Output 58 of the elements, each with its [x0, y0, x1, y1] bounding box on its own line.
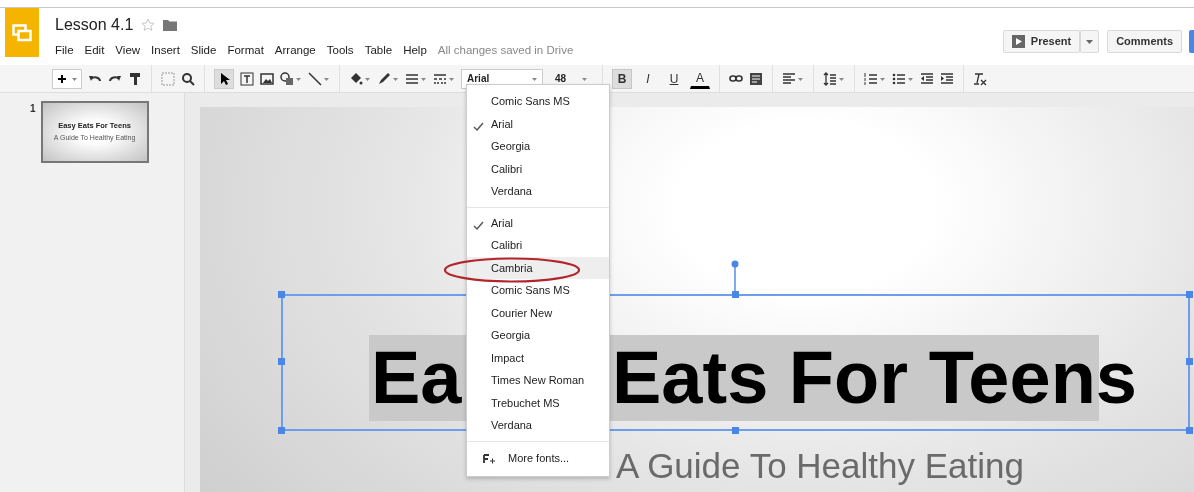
- checkmark-icon: [473, 122, 484, 132]
- font-menu-item[interactable]: Impact: [467, 346, 609, 369]
- slide-title[interactable]: Eats For Teens: [612, 335, 1137, 421]
- resize-handle[interactable]: [278, 358, 285, 365]
- resize-handle[interactable]: [1186, 358, 1193, 365]
- text-color-button[interactable]: A: [690, 68, 710, 89]
- slides-icon: [12, 23, 32, 42]
- font-menu-item[interactable]: Arial: [467, 112, 609, 135]
- font-menu-item[interactable]: Georgia: [467, 324, 609, 347]
- font-menu-item[interactable]: Calibri: [467, 157, 609, 180]
- resize-handle[interactable]: [278, 427, 285, 434]
- new-slide-button[interactable]: [52, 68, 82, 89]
- slide-subtitle[interactable]: A Guide To Healthy Eating: [616, 445, 1024, 487]
- caret-icon: [1086, 39, 1094, 44]
- star-icon[interactable]: [141, 17, 156, 32]
- menu-item[interactable]: Slide: [190, 42, 217, 60]
- menu-item[interactable]: Arrange: [274, 42, 316, 60]
- resize-handle[interactable]: [1186, 291, 1193, 298]
- comments-button[interactable]: Comments: [1107, 30, 1182, 53]
- caret-icon: [532, 77, 537, 81]
- font-menu-item[interactable]: Trebuchet MS: [467, 391, 609, 414]
- present-menu-button[interactable]: [1080, 30, 1100, 53]
- font-menu-item[interactable]: Georgia: [467, 135, 609, 158]
- document-title[interactable]: Lesson 4.1: [55, 15, 134, 35]
- resize-handle[interactable]: [732, 427, 739, 434]
- menu-item[interactable]: Edit: [84, 42, 105, 60]
- font-size-select[interactable]: 48: [549, 68, 593, 89]
- menu-item[interactable]: File: [55, 42, 74, 60]
- select-icon[interactable]: [214, 68, 234, 89]
- save-status: All changes saved in Drive: [437, 43, 574, 58]
- rotate-handle[interactable]: [731, 260, 739, 293]
- menu-item[interactable]: Help: [403, 42, 427, 60]
- slide-number: 1: [30, 102, 36, 116]
- underline-button[interactable]: U: [664, 68, 684, 89]
- menu-item[interactable]: Format: [227, 42, 264, 60]
- menu-item[interactable]: View: [115, 42, 141, 60]
- menu-item[interactable]: Table: [364, 42, 393, 60]
- more-fonts-item[interactable]: More fonts...: [467, 445, 609, 472]
- resize-handle[interactable]: [732, 291, 739, 298]
- italic-button[interactable]: I: [638, 68, 658, 89]
- slide-title[interactable]: Ea: [371, 335, 462, 421]
- font-menu-item[interactable]: Cambria: [467, 256, 609, 279]
- add-font-icon: [483, 453, 496, 464]
- play-icon: [1011, 35, 1025, 48]
- resize-handle[interactable]: [278, 291, 285, 298]
- menu-item[interactable]: Tools: [326, 42, 354, 60]
- bold-button[interactable]: B: [612, 68, 632, 89]
- menu-item[interactable]: Insert: [151, 42, 180, 60]
- font-menu-item[interactable]: Courier New: [467, 301, 609, 324]
- resize-handle[interactable]: [1186, 427, 1193, 434]
- caret-icon: [582, 77, 587, 81]
- font-menu-item[interactable]: Arial: [467, 211, 609, 234]
- checkmark-icon: [473, 221, 484, 231]
- present-button[interactable]: Present: [1002, 30, 1081, 53]
- font-menu-item[interactable]: Verdana: [467, 180, 609, 203]
- folder-icon[interactable]: [163, 19, 178, 31]
- font-menu-item[interactable]: Times New Roman: [467, 369, 609, 392]
- font-menu-item[interactable]: Calibri: [467, 234, 609, 257]
